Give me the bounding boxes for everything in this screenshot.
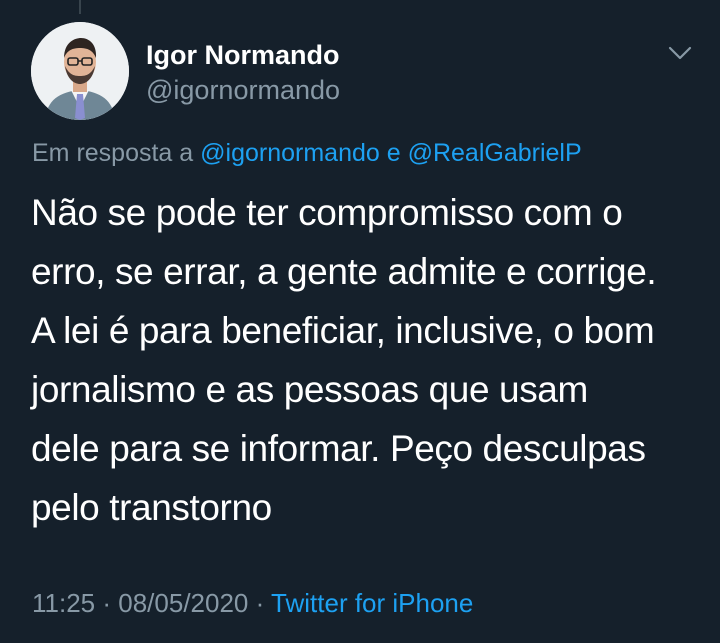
avatar-photo [31,22,129,120]
avatar[interactable] [31,22,129,120]
reply-mention-igornormando[interactable]: @igornormando [200,139,380,167]
thread-connector-line [79,0,81,14]
meta-separator: · [248,588,272,618]
tweet-metadata: 11:25 · 08/05/2020 · Twitter for iPhone [32,586,473,620]
reply-connector: e [379,139,408,167]
author-name[interactable]: Igor Normando [146,38,340,72]
reply-context: Em resposta a @igornormando e @RealGabri… [32,136,582,170]
reply-prefix: Em resposta a [32,139,201,167]
tweet-date[interactable]: 08/05/2020 [118,588,248,618]
meta-separator: · [95,588,119,618]
author-handle[interactable]: @igornormando [146,73,340,107]
reply-mention-realgabrielp[interactable]: @RealGabrielP [408,139,582,167]
tweet-source[interactable]: Twitter for iPhone [271,588,473,618]
tweet-text: Não se pode ter compromisso com o erro, … [31,192,657,528]
chevron-down-icon[interactable] [664,40,696,66]
tweet-time[interactable]: 11:25 [32,588,95,618]
